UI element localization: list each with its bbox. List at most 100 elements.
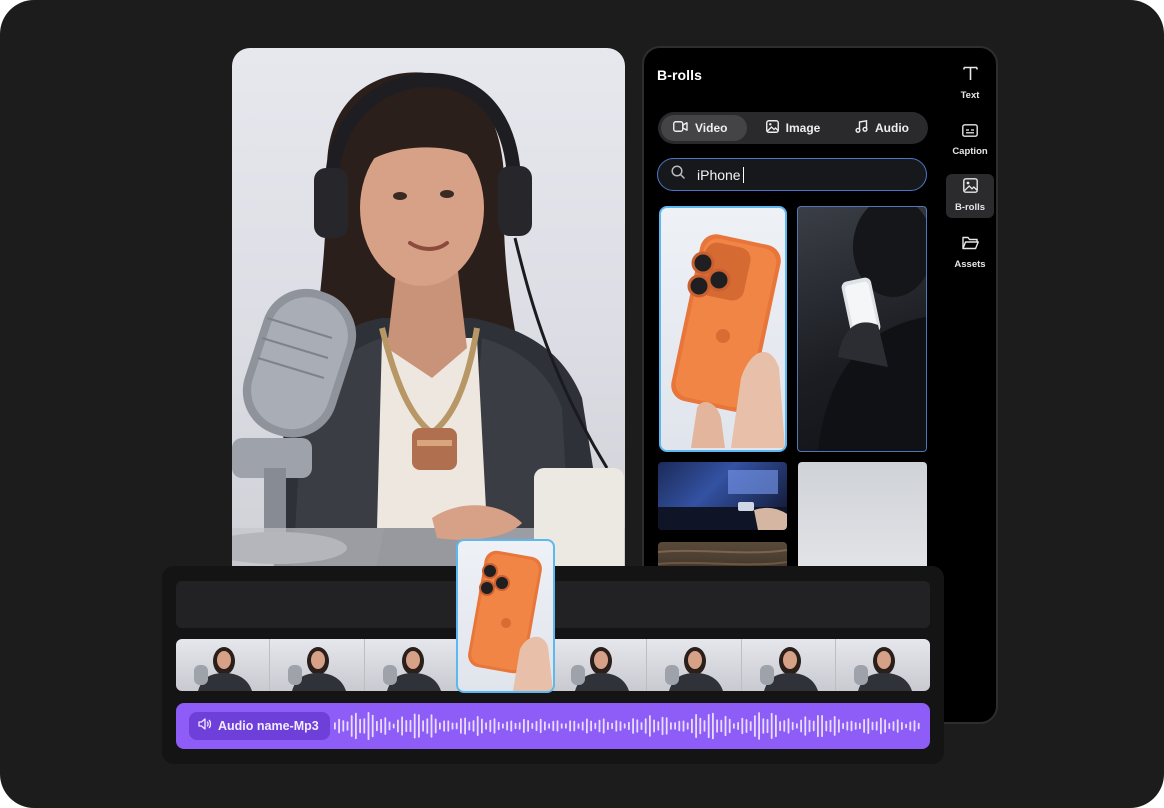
- rail-item-caption[interactable]: Caption: [946, 124, 994, 157]
- waveform-bar: [497, 721, 500, 731]
- waveform-bar: [821, 715, 823, 737]
- waveform-bar: [733, 723, 735, 729]
- waveform-bar: [707, 714, 710, 739]
- waveform-bar: [485, 722, 487, 730]
- waveform-bar: [481, 718, 483, 734]
- waveform-bar: [737, 722, 739, 730]
- speaker-icon: [198, 717, 212, 735]
- waveform-bar: [556, 720, 559, 732]
- waveform-bar: [464, 717, 466, 735]
- waveform-bar: [682, 720, 685, 732]
- waveform-bar: [674, 722, 676, 730]
- waveform-bar: [838, 719, 840, 733]
- waveform-bar: [863, 719, 865, 733]
- waveform-bar: [833, 716, 836, 736]
- waveform-bar: [392, 723, 395, 729]
- waveform-bar: [476, 716, 479, 736]
- waveform-bar: [363, 718, 366, 734]
- waveform-bar: [871, 721, 874, 731]
- rail-item-assets[interactable]: Assets: [946, 236, 994, 270]
- waveform-bar: [804, 716, 807, 736]
- dragged-b-roll-clip[interactable]: [456, 539, 555, 693]
- filmstrip-frame: [553, 639, 648, 691]
- waveform-bar: [367, 712, 370, 741]
- waveform-bar: [859, 722, 861, 730]
- b-roll-result-orange-iphone[interactable]: [659, 206, 787, 452]
- waveform-bar: [527, 720, 529, 732]
- waveform-bar: [854, 722, 857, 730]
- waveform-bar: [644, 718, 647, 734]
- video-preview[interactable]: [232, 48, 625, 588]
- waveform-bar: [842, 722, 844, 730]
- tab-image-label: Image: [785, 121, 821, 135]
- waveform-bar: [880, 717, 882, 735]
- filmstrip-frame: [741, 639, 836, 691]
- waveform-bar: [350, 715, 353, 737]
- waveform-bar: [548, 723, 550, 729]
- filmstrip-frame: [835, 639, 930, 691]
- waveform-bar: [422, 720, 424, 732]
- waveform-bar: [514, 722, 517, 730]
- b-roll-search-input[interactable]: iPhone: [657, 158, 927, 191]
- waveform-bar: [447, 720, 450, 732]
- waveform-bar: [539, 718, 542, 734]
- waveform-bar: [401, 716, 403, 736]
- waveform-bar: [695, 714, 697, 738]
- waveform-bar: [892, 721, 895, 731]
- waveform-bar: [909, 721, 912, 731]
- waveform-bar: [623, 723, 626, 729]
- waveform-bar: [636, 719, 639, 733]
- search-icon: [671, 165, 685, 184]
- waveform-bar: [703, 720, 706, 732]
- audio-track[interactable]: Audio name-Mp3: [176, 703, 930, 749]
- tab-audio[interactable]: Audio: [839, 115, 925, 141]
- waveform-bar: [749, 721, 752, 731]
- waveform-bar: [493, 718, 496, 734]
- waveform-bar: [439, 722, 441, 730]
- waveform-bar: [670, 722, 672, 730]
- tab-video-label: Video: [695, 121, 728, 135]
- waveform-bar: [397, 719, 399, 733]
- waveform-bar: [800, 719, 802, 733]
- waveform-bar: [334, 722, 336, 730]
- tab-video[interactable]: Video: [661, 115, 747, 141]
- waveform-bar: [502, 723, 504, 729]
- waveform-bar: [720, 719, 723, 733]
- waveform-bar: [581, 721, 584, 731]
- waveform-bar: [489, 719, 492, 733]
- waveform-bar: [602, 718, 605, 734]
- waveform-bar: [867, 718, 870, 734]
- audio-clip-label[interactable]: Audio name-Mp3: [189, 712, 330, 740]
- tab-image[interactable]: Image: [747, 115, 839, 141]
- waveform-bar: [775, 714, 777, 738]
- waveform-bar: [829, 719, 832, 733]
- waveform-bar: [905, 723, 907, 729]
- waveform-bar: [586, 718, 588, 734]
- tab-audio-label: Audio: [875, 121, 909, 135]
- b-roll-result-desk-setup[interactable]: [658, 462, 787, 530]
- waveform-bar: [657, 721, 660, 731]
- waveform-bar: [812, 720, 815, 732]
- waveform-bar: [846, 721, 849, 731]
- waveform-bar: [770, 712, 773, 739]
- waveform-bar: [762, 718, 765, 734]
- waveform-bar: [661, 716, 664, 736]
- waveform-bar: [535, 721, 538, 731]
- waveform-bar: [728, 718, 731, 734]
- rail-item-b-rolls[interactable]: B-rolls: [946, 174, 994, 218]
- waveform-bar: [653, 719, 655, 733]
- waveform-bar: [560, 723, 563, 729]
- image-icon: [962, 178, 978, 198]
- waveform-bar: [518, 722, 521, 730]
- waveform-bar: [346, 721, 349, 731]
- rail-item-text[interactable]: Text: [946, 66, 994, 101]
- waveform-bar: [359, 718, 361, 734]
- waveform-bar: [531, 722, 534, 729]
- waveform-bar: [388, 721, 391, 731]
- waveform-bar: [665, 717, 668, 735]
- waveform-bar: [569, 720, 571, 732]
- b-roll-result-person-phone[interactable]: [797, 206, 927, 452]
- waveform-bar: [791, 721, 794, 731]
- waveform-bar: [632, 718, 634, 734]
- search-value: iPhone: [697, 166, 744, 183]
